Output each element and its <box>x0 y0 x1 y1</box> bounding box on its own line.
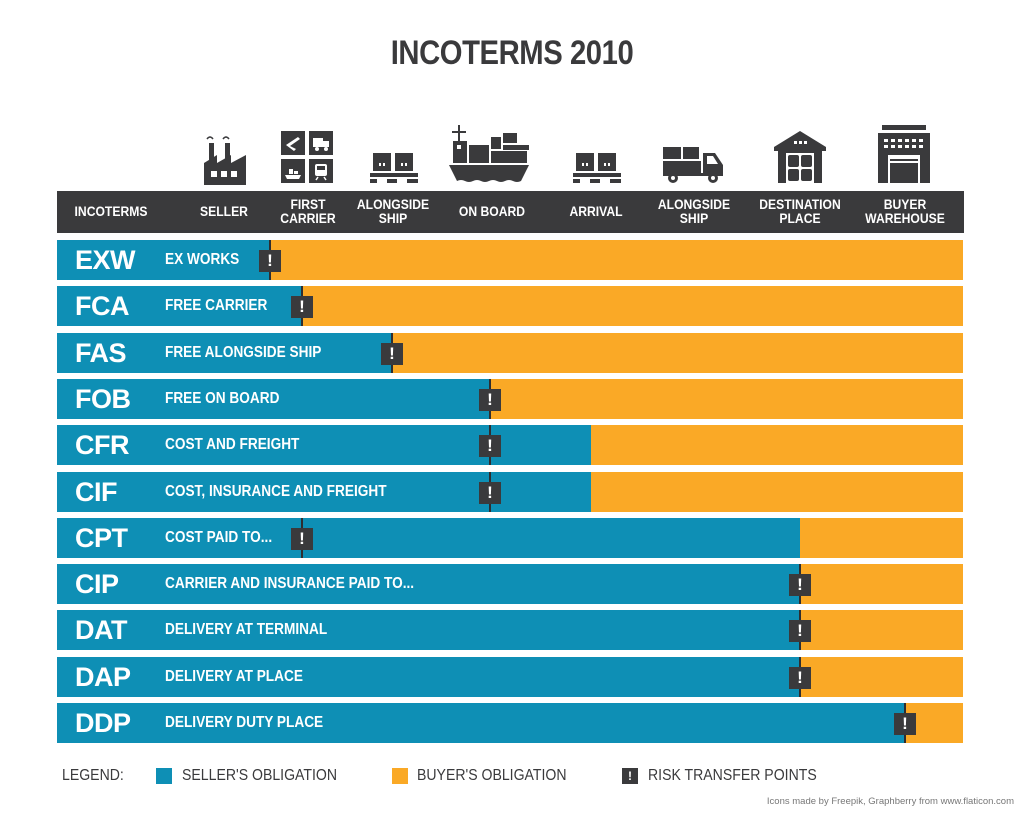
header-stage-alongside-ship-dest: ALONGSIDE SHIP <box>657 197 731 226</box>
risk-transfer-icon: ! <box>789 574 811 596</box>
incoterm-row-cpt: CPT COST PAID TO...! <box>57 518 963 558</box>
header-stage-seller: SELLER <box>200 204 248 219</box>
warehouse-icon <box>770 115 830 185</box>
incoterm-name: COST, INSURANCE AND FREIGHT <box>165 483 387 500</box>
incoterm-name: COST PAID TO... <box>165 529 273 546</box>
incoterm-name: FREE ALONGSIDE SHIP <box>165 344 322 361</box>
incoterm-name: COST AND FREIGHT <box>165 436 300 453</box>
incoterm-code: DDP <box>75 708 131 738</box>
incoterm-code: CPT <box>75 523 128 553</box>
incoterm-code: DAP <box>75 662 131 692</box>
incoterm-name: FREE CARRIER <box>165 297 268 314</box>
incoterm-row-fob: FOB FREE ON BOARD! <box>57 379 963 419</box>
incoterm-row-dat: DAT DELIVERY AT TERMINAL! <box>57 610 963 650</box>
legend-buyer-swatch <box>392 768 408 784</box>
incoterm-row-ddp: DDP DELIVERY DUTY PLACE! <box>57 703 963 743</box>
buyer-obligation-bar <box>800 564 963 604</box>
pallet-boxes-icon <box>569 115 625 185</box>
buyer-obligation-bar <box>302 286 963 326</box>
risk-transfer-icon: ! <box>479 435 501 457</box>
incoterm-code: DAT <box>75 615 128 645</box>
header-stage-first-carrier: FIRST CARRIER <box>280 197 336 226</box>
incoterm-row-cif: CIF COST, INSURANCE AND FREIGHT! <box>57 472 963 512</box>
incoterm-name: DELIVERY DUTY PLACE <box>165 714 324 731</box>
risk-transfer-icon: ! <box>291 296 313 318</box>
risk-transfer-icon: ! <box>789 620 811 642</box>
legend-seller-swatch <box>156 768 172 784</box>
building-icon <box>872 115 936 185</box>
legend-seller-label: SELLER'S OBLIGATION <box>182 767 338 784</box>
stage-icons <box>0 115 1024 185</box>
incoterm-name: DELIVERY AT PLACE <box>165 668 303 685</box>
incoterm-row-fas: FAS FREE ALONGSIDE SHIP! <box>57 333 963 373</box>
incoterm-code: CFR <box>75 430 130 460</box>
risk-transfer-icon: ! <box>259 250 281 272</box>
incoterm-code: CIF <box>75 477 118 507</box>
legend: LEGEND: SELLER'S OBLIGATION BUYER'S OBLI… <box>62 764 962 788</box>
incoterm-row-exw: EXW EX WORKS! <box>57 240 963 280</box>
risk-transfer-icon: ! <box>479 482 501 504</box>
incoterm-code: FCA <box>75 291 130 321</box>
risk-transfer-icon: ! <box>894 713 916 735</box>
incoterm-row-cip: CIP CARRIER AND INSURANCE PAID TO...! <box>57 564 963 604</box>
buyer-obligation-bar <box>490 379 963 419</box>
incoterm-name: CARRIER AND INSURANCE PAID TO... <box>165 575 415 592</box>
icon-credit: Icons made by Freepik, Graphberry from w… <box>766 796 1014 807</box>
incoterm-name: FREE ON BOARD <box>165 390 280 407</box>
header-stage-arrival: ARRIVAL <box>569 204 623 219</box>
delivery-truck-icon <box>660 115 728 185</box>
incoterm-row-cfr: CFR COST AND FREIGHT! <box>57 425 963 465</box>
incoterm-code: CIP <box>75 569 119 599</box>
incoterm-code: EXW <box>75 245 136 275</box>
buyer-obligation-bar <box>591 472 963 512</box>
incoterm-row-dap: DAP DELIVERY AT PLACE! <box>57 657 963 697</box>
cargo-ship-icon <box>444 115 534 185</box>
header-stage-on-board: ON BOARD <box>458 204 526 219</box>
header-stage-buyer-warehouse: BUYER WAREHOUSE <box>865 197 945 226</box>
buyer-obligation-bar <box>392 333 963 373</box>
stage-header-bar: INCOTERMS SELLER FIRST CARRIER ALONGSIDE… <box>57 191 964 233</box>
chart-title: INCOTERMS 2010 <box>390 34 634 72</box>
header-stage-destination-place: DESTINATION PLACE <box>759 197 841 226</box>
legend-title: LEGEND: <box>62 767 124 784</box>
seller-obligation-bar <box>57 425 591 465</box>
risk-transfer-icon: ! <box>381 343 403 365</box>
incoterm-name: DELIVERY AT TERMINAL <box>165 621 328 638</box>
pallet-boxes-icon <box>366 115 422 185</box>
legend-buyer-label: BUYER'S OBLIGATION <box>417 767 567 784</box>
header-stage-alongside-ship: ALONGSIDE SHIP <box>356 197 430 226</box>
incoterm-code: FAS <box>75 338 127 368</box>
incoterm-code: FOB <box>75 384 131 414</box>
risk-transfer-icon: ! <box>479 389 501 411</box>
risk-transfer-icon: ! <box>789 667 811 689</box>
buyer-obligation-bar <box>270 240 963 280</box>
buyer-obligation-bar <box>591 425 963 465</box>
incoterm-row-fca: FCA FREE CARRIER! <box>57 286 963 326</box>
transport-modes-icon <box>277 115 337 185</box>
incoterm-name: EX WORKS <box>165 251 240 268</box>
buyer-obligation-bar <box>800 610 963 650</box>
legend-risk-label: RISK TRANSFER POINTS <box>648 767 817 784</box>
risk-transfer-icon: ! <box>291 528 313 550</box>
factory-icon <box>195 115 255 185</box>
header-incoterms: INCOTERMS <box>74 204 148 219</box>
legend-risk-icon: ! <box>622 768 638 784</box>
buyer-obligation-bar <box>800 518 963 558</box>
buyer-obligation-bar <box>800 657 963 697</box>
